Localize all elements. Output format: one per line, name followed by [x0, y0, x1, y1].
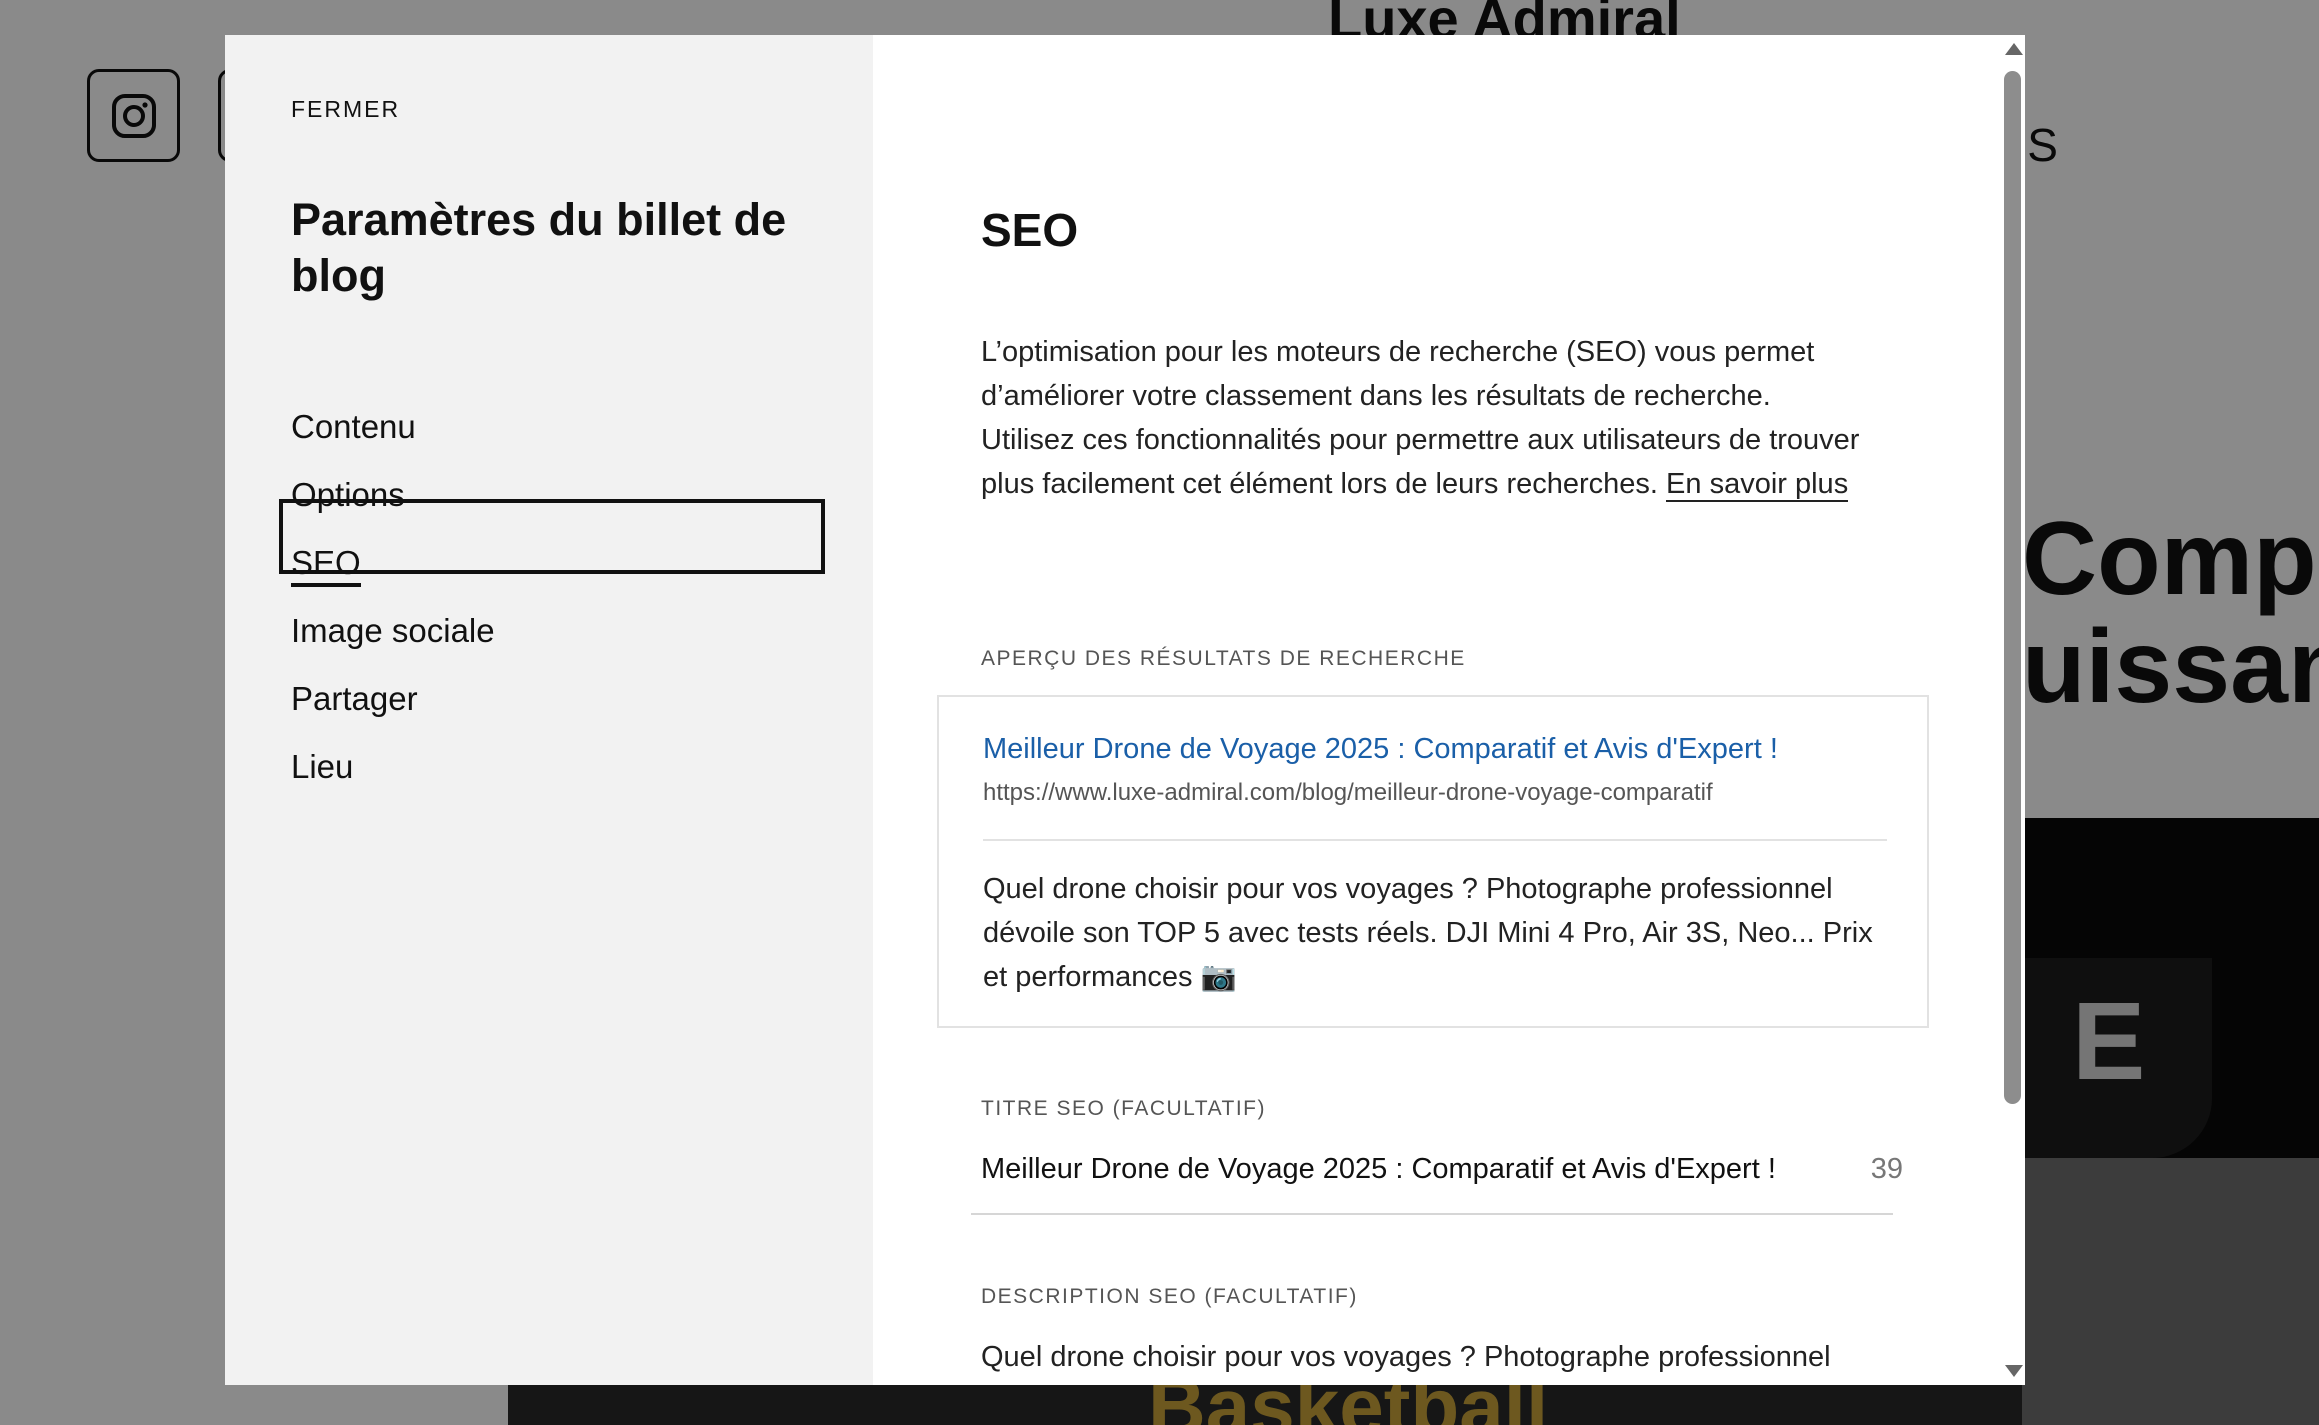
- seo-panel: SEO L’optimisation pour les moteurs de r…: [873, 35, 2025, 1385]
- nav-item-label: Lieu: [291, 748, 354, 785]
- seo-heading: SEO: [981, 204, 1079, 256]
- modal-title: Paramètres du billet de blog: [291, 194, 787, 301]
- nav-item-contenu[interactable]: Contenu: [291, 393, 495, 461]
- seo-description-input[interactable]: Quel drone choisir pour vos voyages ? Ph…: [981, 1335, 1861, 1385]
- seo-title-underline: [971, 1213, 1893, 1215]
- nav-item-label: Contenu: [291, 408, 416, 445]
- nav-item-image-sociale[interactable]: Image sociale: [291, 597, 495, 665]
- nav-item-label: Options: [291, 476, 405, 513]
- blog-post-settings-modal: FERMER Paramètres du billet de blog Cont…: [225, 35, 2025, 1385]
- nav-item-label: Partager: [291, 680, 418, 717]
- seo-intro: L’optimisation pour les moteurs de reche…: [981, 330, 1871, 506]
- seo-description-label: DESCRIPTION SEO (FACULTATIF): [981, 1285, 1358, 1308]
- preview-label: APERÇU DES RÉSULTATS DE RECHERCHE: [981, 647, 1466, 670]
- nav-item-options[interactable]: Options: [291, 461, 495, 529]
- seo-title-input[interactable]: Meilleur Drone de Voyage 2025 : Comparat…: [981, 1153, 1903, 1186]
- nav-item-lieu[interactable]: Lieu: [291, 733, 495, 801]
- preview-url: https://www.luxe-admiral.com/blog/meille…: [983, 779, 1713, 806]
- seo-title-char-count: 39: [1870, 1153, 1903, 1185]
- learn-more-link[interactable]: En savoir plus: [1666, 468, 1849, 502]
- seo-title-value: Meilleur Drone de Voyage 2025 : Comparat…: [981, 1153, 1776, 1185]
- nav-item-partager[interactable]: Partager: [291, 665, 495, 733]
- nav-item-label: Image sociale: [291, 612, 495, 649]
- nav-item-label: SEO: [291, 544, 361, 587]
- scroll-up-arrow-icon[interactable]: [2005, 43, 2023, 55]
- preview-divider: [983, 839, 1887, 841]
- seo-title-label: TITRE SEO (FACULTATIF): [981, 1097, 1266, 1120]
- scroll-down-arrow-icon[interactable]: [2005, 1365, 2023, 1377]
- modal-scrollbar[interactable]: [1999, 35, 2025, 1385]
- settings-sidebar: FERMER Paramètres du billet de blog Cont…: [225, 35, 873, 1385]
- preview-title: Meilleur Drone de Voyage 2025 : Comparat…: [983, 733, 1778, 765]
- search-preview-card: Meilleur Drone de Voyage 2025 : Comparat…: [937, 695, 1929, 1028]
- close-button[interactable]: FERMER: [291, 96, 400, 123]
- preview-description: Quel drone choisir pour vos voyages ? Ph…: [983, 873, 1873, 993]
- nav-item-seo[interactable]: SEO: [291, 529, 495, 597]
- settings-nav: Contenu Options SEO Image sociale Partag…: [291, 393, 495, 801]
- scrollbar-thumb[interactable]: [2004, 71, 2021, 1104]
